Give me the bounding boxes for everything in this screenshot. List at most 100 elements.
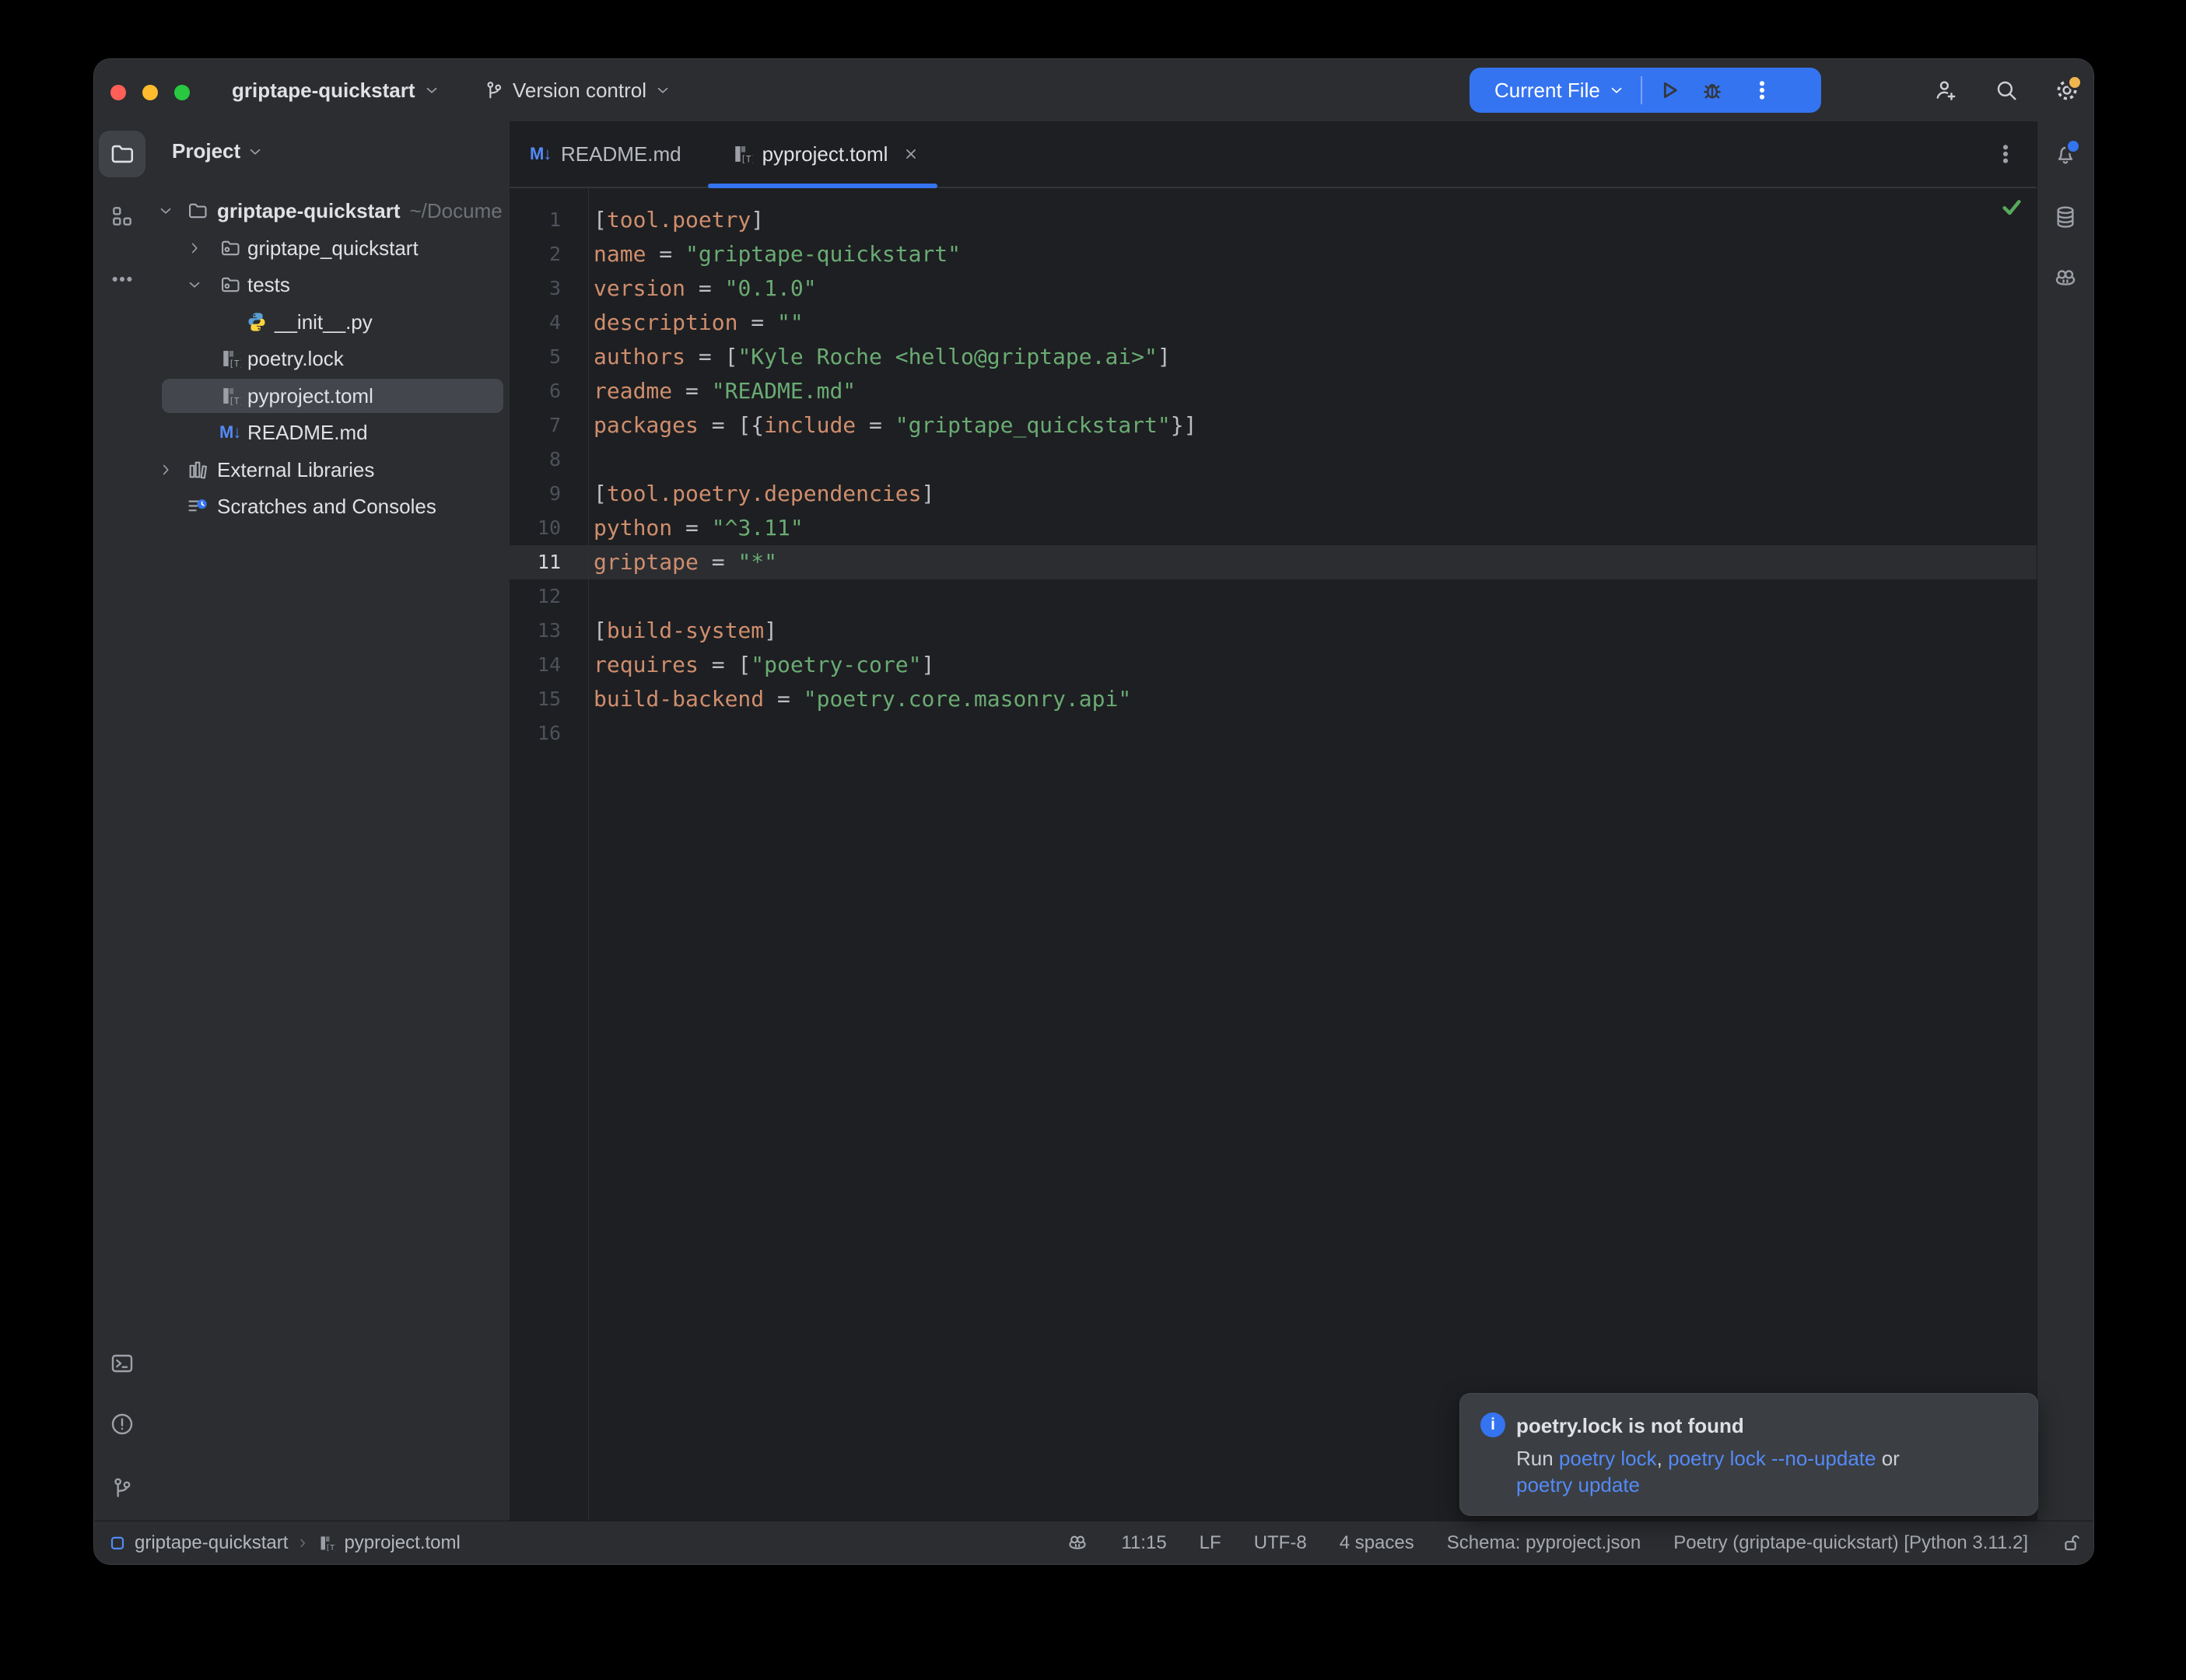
notification-link[interactable]: poetry lock [1559, 1447, 1657, 1470]
code-line-8[interactable]: 8 [510, 443, 2037, 477]
lock-open-icon[interactable] [2061, 1532, 2083, 1554]
status-bar: griptape-quickstart [T]pyproject.toml 11:… [94, 1521, 2093, 1564]
ai-assistant-icon[interactable] [1067, 1532, 1088, 1554]
code-token: version [594, 275, 685, 301]
inspections-ok-check-icon[interactable] [1999, 194, 2024, 219]
code-token: build-backend [594, 686, 764, 712]
code-line-1[interactable]: 1 [tool.poetry] [510, 203, 2037, 237]
toml-icon: [T] [317, 1534, 336, 1552]
more-icon[interactable] [110, 267, 135, 292]
code-line-12[interactable]: 12 [510, 579, 2037, 614]
tree-item-poetry-lock[interactable]: [T]poetry.lock [151, 341, 510, 376]
search-icon[interactable] [1994, 78, 2019, 103]
line-number: 2 [510, 237, 561, 271]
code-token: requires [594, 652, 699, 677]
tab-pyproject.toml[interactable]: [T]pyproject.toml [708, 121, 938, 187]
breadcrumb-item[interactable]: griptape-quickstart [108, 1532, 288, 1554]
close-window-button[interactable] [110, 85, 126, 100]
code-line-3[interactable]: 3version = "0.1.0" [510, 271, 2037, 306]
tree-item-scratches-and-consoles[interactable]: Scratches and Consoles [151, 489, 510, 523]
title-bar: griptape-quickstart Version control Curr… [94, 59, 2093, 122]
tree-item-griptape-quickstart[interactable]: griptape-quickstart~/Docume [151, 194, 510, 228]
chevron-down-icon [247, 143, 264, 160]
tree-item-readme-md[interactable]: M↓README.md [151, 415, 510, 450]
code-line-6[interactable]: 6readme = "README.md" [510, 374, 2037, 408]
code-line-5[interactable]: 5authors = ["Kyle Roche <hello@griptape.… [510, 340, 2037, 374]
notification-link[interactable]: poetry lock --no-update [1668, 1447, 1876, 1470]
code-line-13[interactable]: 13[build-system] [510, 614, 2037, 648]
structure-icon[interactable] [110, 204, 135, 229]
code-token: "Kyle Roche <hello@griptape.ai>" [737, 344, 1157, 369]
code-token: "poetry-core" [751, 652, 921, 677]
add-user-icon[interactable] [1933, 78, 1958, 103]
line-number: 1 [510, 203, 561, 237]
status-item[interactable]: UTF-8 [1254, 1532, 1307, 1554]
code-text: version = "0.1.0" [594, 271, 817, 306]
chevron-right-icon[interactable] [186, 240, 203, 257]
notification-link[interactable]: poetry update [1516, 1473, 1640, 1496]
code-text: [tool.poetry] [594, 203, 764, 237]
tree-item--init-py[interactable]: __init__.py [151, 305, 510, 339]
code-token: = [685, 275, 725, 301]
code-line-4[interactable]: 4description = "" [510, 306, 2037, 340]
close-tab-icon[interactable] [902, 145, 920, 163]
code-line-7[interactable]: 7packages = [{include = "griptape_quicks… [510, 408, 2037, 443]
ai-assistant-icon[interactable] [2053, 266, 2078, 291]
status-item[interactable]: LF [1200, 1532, 1221, 1554]
code-token: = [856, 412, 895, 438]
vcs-widget[interactable]: Version control [483, 59, 671, 121]
status-item[interactable]: 4 spaces [1340, 1532, 1414, 1554]
run-config-selector[interactable]: Current File [1494, 79, 1600, 103]
code-editor[interactable]: 1[tool.poetry]2name = "griptape-quicksta… [510, 188, 2037, 1521]
problems-icon[interactable] [110, 1412, 135, 1437]
module-icon [108, 1534, 127, 1552]
project-switcher[interactable]: griptape-quickstart [232, 59, 440, 121]
notifications-icon[interactable] [2053, 142, 2078, 166]
tree-item-griptape-quickstart[interactable]: griptape_quickstart [151, 231, 510, 265]
status-item[interactable]: 11:15 [1121, 1532, 1166, 1554]
debug-button[interactable] [1700, 78, 1725, 103]
tree-item-tests[interactable]: tests [151, 268, 510, 302]
tree-item-label: External Libraries [217, 453, 374, 487]
code-line-10[interactable]: 10python = "^3.11" [510, 511, 2037, 545]
chevron-down-icon[interactable] [186, 276, 203, 293]
code-line-16[interactable]: 16 [510, 716, 2037, 751]
status-item[interactable]: Poetry (griptape-quickstart) [Python 3.1… [1673, 1532, 2028, 1554]
breadcrumb: griptape-quickstart [T]pyproject.toml [108, 1521, 461, 1564]
code-line-11[interactable]: 11griptape = "*" [510, 545, 2037, 579]
project-folder-tool-button[interactable] [99, 131, 145, 177]
more-run-options-button[interactable] [1750, 78, 1774, 103]
code-token: [ [594, 481, 607, 506]
code-line-2[interactable]: 2name = "griptape-quickstart" [510, 237, 2037, 271]
code-token: [ [725, 344, 738, 369]
tab-readme.md[interactable]: M↓README.md [510, 121, 708, 187]
code-line-9[interactable]: 9[tool.poetry.dependencies] [510, 477, 2037, 511]
code-token: packages [594, 412, 699, 438]
zoom-window-button[interactable] [174, 85, 190, 100]
chevron-down-icon[interactable] [157, 202, 174, 219]
code-line-15[interactable]: 15build-backend = "poetry.core.masonry.a… [510, 682, 2037, 716]
breadcrumb-item[interactable]: [T]pyproject.toml [317, 1532, 460, 1554]
git-branch-icon [483, 79, 505, 101]
project-panel-header[interactable]: Project [172, 139, 264, 163]
code-line-14[interactable]: 14requires = ["poetry-core"] [510, 648, 2037, 682]
minimize-window-button[interactable] [142, 85, 158, 100]
svg-text:[T]: [T] [741, 155, 753, 165]
tab-options-kebab-icon[interactable] [1993, 142, 2018, 166]
code-text: griptape = "*" [594, 545, 777, 579]
code-token: name [594, 241, 646, 267]
run-button[interactable] [1656, 78, 1681, 103]
notification-text: , [1657, 1447, 1668, 1470]
tree-item-external-libraries[interactable]: External Libraries [151, 453, 510, 487]
vcs-label: Version control [513, 79, 646, 103]
line-number: 16 [510, 716, 561, 751]
tree-item-pyproject-toml[interactable]: [T]pyproject.toml [151, 379, 510, 413]
chevron-right-icon[interactable] [157, 461, 174, 478]
terminal-icon[interactable] [110, 1351, 135, 1376]
code-token: ] [921, 652, 934, 677]
database-icon[interactable] [2053, 205, 2078, 229]
vcs-branch-icon[interactable] [110, 1475, 135, 1500]
right-tool-strip [2037, 121, 2093, 1521]
settings-gear-icon[interactable] [2055, 78, 2079, 103]
status-item[interactable]: Schema: pyproject.json [1447, 1532, 1641, 1554]
